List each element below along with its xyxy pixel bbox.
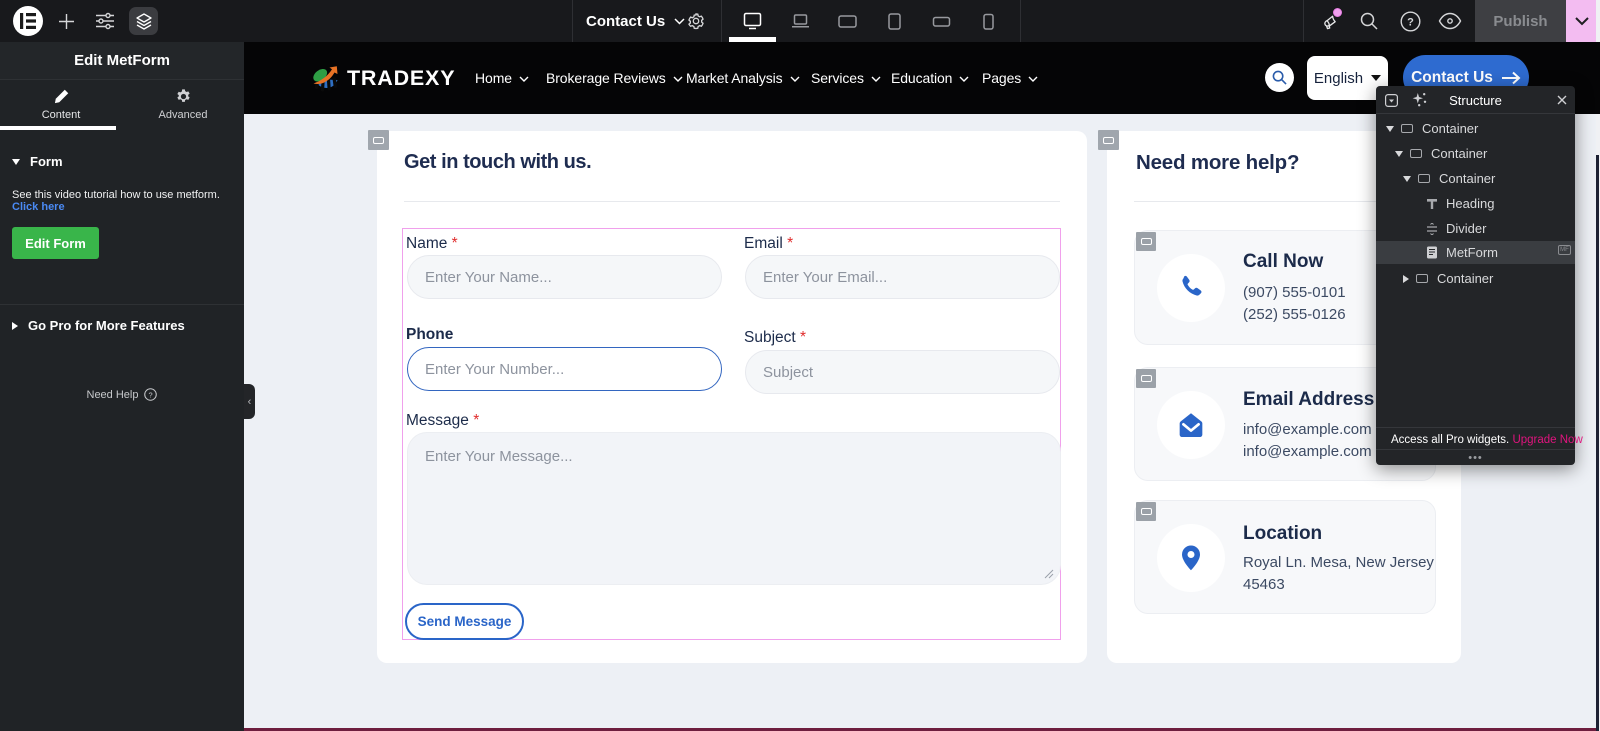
svg-text:?: ? [149, 390, 153, 399]
svg-text:?: ? [1407, 16, 1414, 28]
